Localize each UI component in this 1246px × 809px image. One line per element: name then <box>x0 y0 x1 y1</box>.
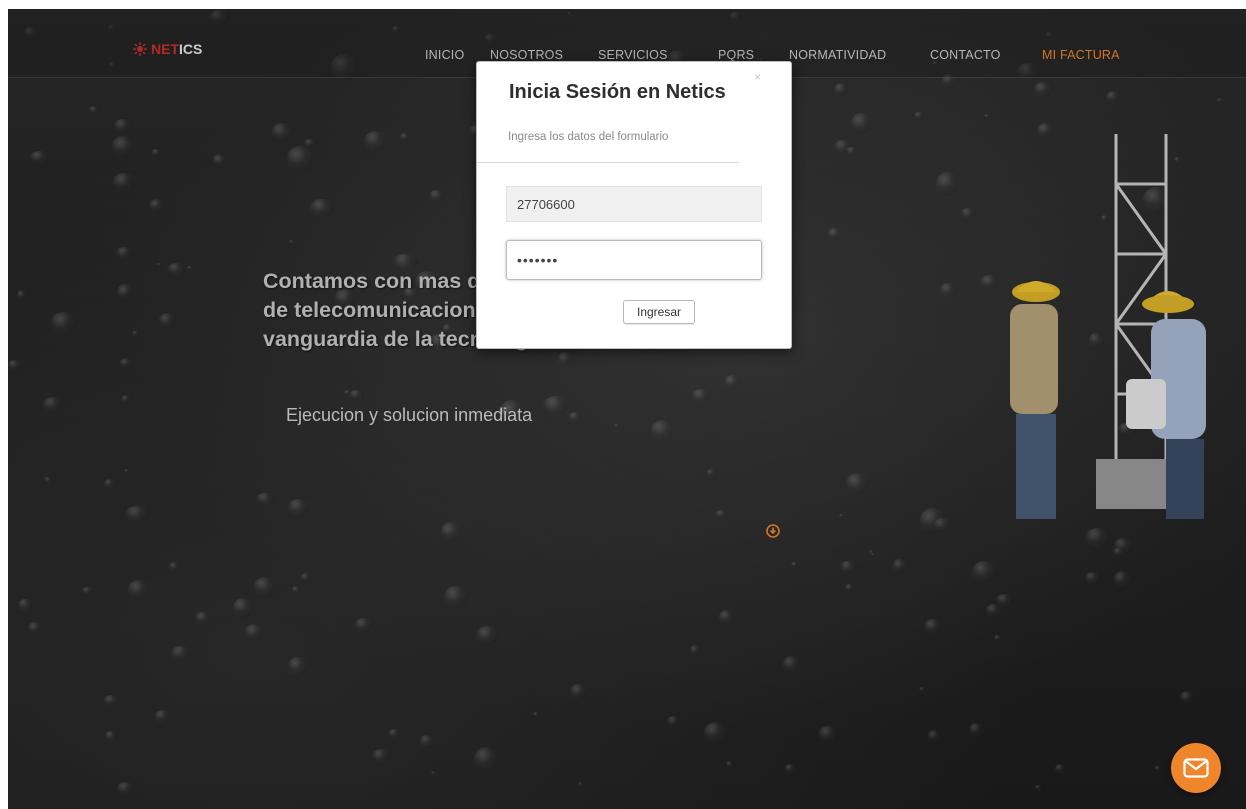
modal-subtitle: Ingresa los datos del formulario <box>508 131 669 143</box>
login-modal: × Inicia Sesión en Netics Ingresa los da… <box>476 61 792 349</box>
close-icon[interactable]: × <box>754 70 761 84</box>
username-field[interactable] <box>506 186 762 222</box>
envelope-icon <box>1183 758 1209 778</box>
chat-button[interactable] <box>1171 743 1221 793</box>
modal-divider <box>477 162 739 163</box>
page-viewport: NET ICS INICIO NOSOTROS SERVICIOS PQRS NO… <box>8 9 1246 809</box>
modal-title: Inicia Sesión en Netics <box>509 81 726 103</box>
password-field[interactable] <box>506 240 762 280</box>
ingresar-button[interactable]: Ingresar <box>623 300 695 324</box>
